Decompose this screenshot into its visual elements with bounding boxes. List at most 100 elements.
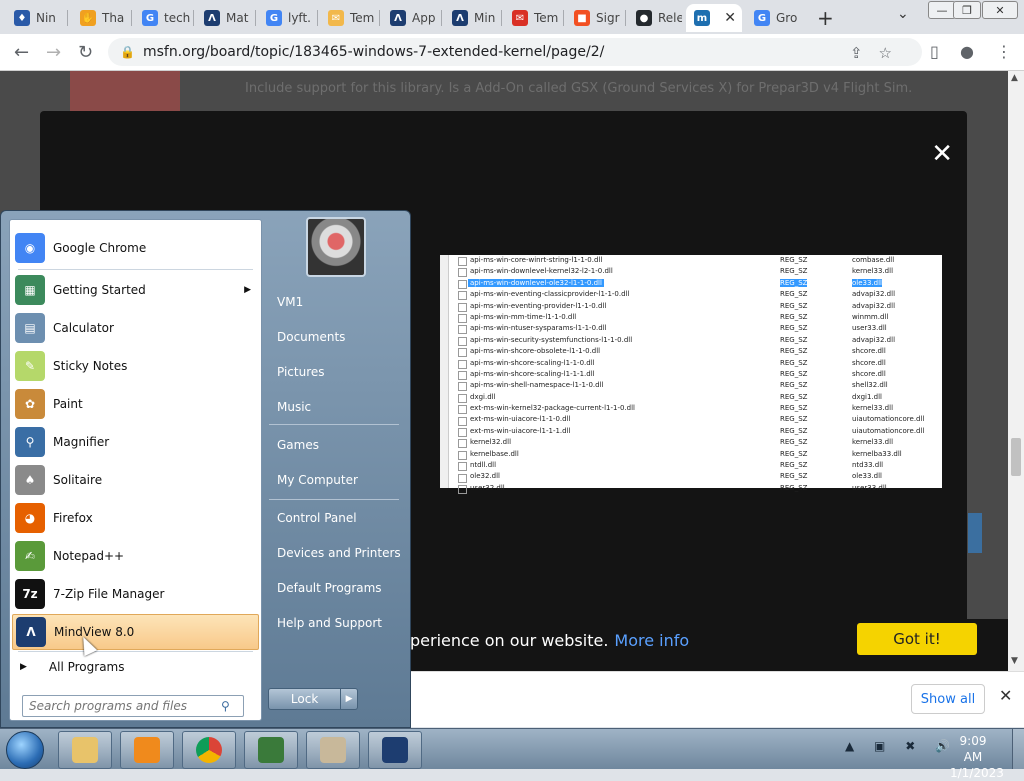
page-scrollbar[interactable]: ▲ ▼ [1008, 71, 1024, 671]
page-button[interactable] [968, 513, 982, 553]
pinned-separator [18, 269, 253, 270]
tab-6[interactable]: Λ App [382, 4, 440, 32]
back-icon[interactable]: ← [14, 42, 29, 63]
profile-icon[interactable]: ● [960, 42, 974, 61]
start-button[interactable] [6, 731, 44, 769]
menu-icon[interactable]: ⋮ [996, 42, 1012, 61]
start-search-input[interactable] [27, 698, 221, 714]
shutdown-options-arrow-icon[interactable]: ▶ [341, 688, 358, 710]
tab-10[interactable]: ● Rele [628, 4, 682, 32]
search-icon[interactable]: ⚲ [221, 699, 230, 713]
registry-cell-text: REG_SZ [780, 392, 808, 401]
start-link-music[interactable]: Music [269, 394, 404, 420]
minimize-button[interactable]: — [928, 1, 956, 19]
start-link-devices-and-printers[interactable]: Devices and Printers [269, 540, 404, 566]
lightbox-close-icon[interactable]: ✕ [931, 139, 953, 169]
tab-label: Tha [102, 11, 125, 25]
tab-4[interactable]: Glyft. [258, 4, 316, 32]
taskbar-mindview-button[interactable] [368, 731, 422, 769]
side-panel-icon[interactable]: ▯ [930, 42, 939, 61]
show-desktop-button[interactable] [1012, 729, 1024, 769]
media-player-icon [134, 737, 160, 763]
tab-favicon-icon: G [142, 10, 158, 26]
taskbar: ▲ ▣ ✖ 🔊 9:09 AM 1/1/2023 [0, 728, 1024, 780]
start-program-item[interactable]: ◕ Firefox [12, 500, 259, 536]
start-link-games[interactable]: Games [269, 432, 404, 458]
registry-row: api-ms-win-shell-namespace-l1-1-0.dll REG… [440, 380, 942, 391]
start-link-my-computer[interactable]: My Computer [269, 467, 404, 493]
start-program-item[interactable]: ✍ Notepad++ [12, 538, 259, 574]
share-and-bookmark-icons[interactable]: ⇪☆ [850, 44, 908, 62]
tab-2[interactable]: Gtech [134, 4, 192, 32]
start-link-pictures[interactable]: Pictures [269, 359, 404, 385]
tab-8[interactable]: ✉ Tem [504, 4, 562, 32]
scroll-down-icon[interactable]: ▼ [1011, 656, 1018, 666]
start-search-box[interactable]: ⚲ [22, 695, 244, 717]
registry-cell-text: REG_SZ [780, 449, 808, 458]
registry-cell-text: advapi32.dll [852, 335, 896, 344]
start-program-item[interactable]: ▦ Getting Started ▶ [12, 272, 259, 308]
tab-7[interactable]: Λ Min [444, 4, 500, 32]
user-picture[interactable] [306, 217, 366, 277]
tab-3[interactable]: Λ Mat [196, 4, 254, 32]
start-link-documents[interactable]: Documents [269, 324, 404, 350]
registry-cell-text: user33.dll [852, 324, 887, 333]
tab-0[interactable]: ♦ Nin [6, 4, 66, 32]
all-programs-button[interactable]: ▶ All Programs [20, 660, 125, 674]
download-bar-close-icon[interactable]: ✕ [999, 686, 1012, 705]
tab-separator [255, 10, 256, 26]
taskbar-system-clock-app-button[interactable] [306, 731, 360, 769]
start-program-item[interactable]: Λ MindView 8.0 [12, 614, 259, 650]
forward-icon[interactable]: → [46, 42, 61, 63]
registry-cell: ole33.dll [852, 278, 942, 289]
start-program-item[interactable]: ⚲ Magnifier [12, 424, 259, 460]
start-program-item[interactable]: ♠ Solitaire [12, 462, 259, 498]
tab-label: Gro [776, 11, 798, 25]
tab-9[interactable]: ■ Sigr [566, 4, 624, 32]
start-link-default-programs[interactable]: Default Programs [269, 575, 404, 601]
system-tray-icons[interactable]: ▲ ▣ ✖ 🔊 [845, 739, 958, 753]
string-value-icon [458, 428, 467, 437]
registry-row: dxgi.dll REG_SZ dxgi1.dll [440, 392, 942, 403]
start-program-item[interactable]: ✎ Sticky Notes [12, 348, 259, 384]
registry-cell: advapi32.dll [852, 301, 942, 312]
address-bar[interactable]: 🔒 msfn.org/board/topic/183465-windows-7-… [108, 38, 922, 66]
window-close-button[interactable]: ✕ [982, 1, 1018, 19]
more-info-link[interactable]: More info [614, 631, 689, 650]
maximize-button[interactable]: ❐ [953, 1, 981, 19]
tab-search-button[interactable]: ⌄ [897, 6, 909, 22]
string-value-icon [458, 314, 467, 323]
start-program-item[interactable]: 7z 7-Zip File Manager [12, 576, 259, 612]
reload-icon[interactable]: ↻ [78, 42, 93, 63]
scrollbar-thumb[interactable] [1011, 438, 1021, 476]
chrome-icon [196, 737, 222, 763]
tab-close-icon[interactable]: ✕ [724, 10, 736, 26]
start-link-control-panel[interactable]: Control Panel [269, 505, 404, 531]
taskbar-task-manager-button[interactable] [244, 731, 298, 769]
tab-11[interactable]: m ✕ [686, 4, 742, 32]
tab-1[interactable]: ✋ Tha [72, 4, 130, 32]
scroll-up-icon[interactable]: ▲ [1011, 73, 1018, 83]
show-all-button[interactable]: Show all [911, 684, 985, 714]
taskbar-media-player-button[interactable] [120, 731, 174, 769]
lock-button[interactable]: Lock [268, 688, 342, 710]
start-program-item[interactable]: ◉ Google Chrome [12, 230, 259, 266]
registry-cell-text: api-ms-win-shell-namespace-l1-1-0.dll [470, 381, 604, 390]
taskbar-chrome-button[interactable] [182, 731, 236, 769]
taskbar-explorer-button[interactable] [58, 731, 112, 769]
got-it-button[interactable]: Got it! [857, 623, 977, 655]
start-program-item[interactable]: ✿ Paint [12, 386, 259, 422]
registry-cell: REG_SZ [780, 460, 852, 471]
new-tab-button[interactable]: + [817, 6, 834, 30]
start-program-item[interactable]: ▤ Calculator [12, 310, 259, 346]
tab-favicon-icon: Λ [390, 10, 406, 26]
tab-strip: ♦ Nin ✋ Tha Gtech Λ Mat Glyft. ✉ Tem Λ App Λ Min ✉ Tem ■… [0, 0, 1024, 34]
taskbar-clock[interactable]: 9:09 AM 1/1/2023 [950, 733, 1004, 781]
registry-cell-text: REG_SZ [780, 290, 808, 299]
tab-favicon-icon: ■ [574, 10, 590, 26]
registry-cell: advapi32.dll [852, 289, 942, 300]
tab-12[interactable]: G Gro [746, 4, 804, 32]
tab-5[interactable]: ✉ Tem [320, 4, 378, 32]
start-link-help-and-support[interactable]: Help and Support [269, 610, 404, 636]
start-link-vm1[interactable]: VM1 [269, 289, 404, 315]
